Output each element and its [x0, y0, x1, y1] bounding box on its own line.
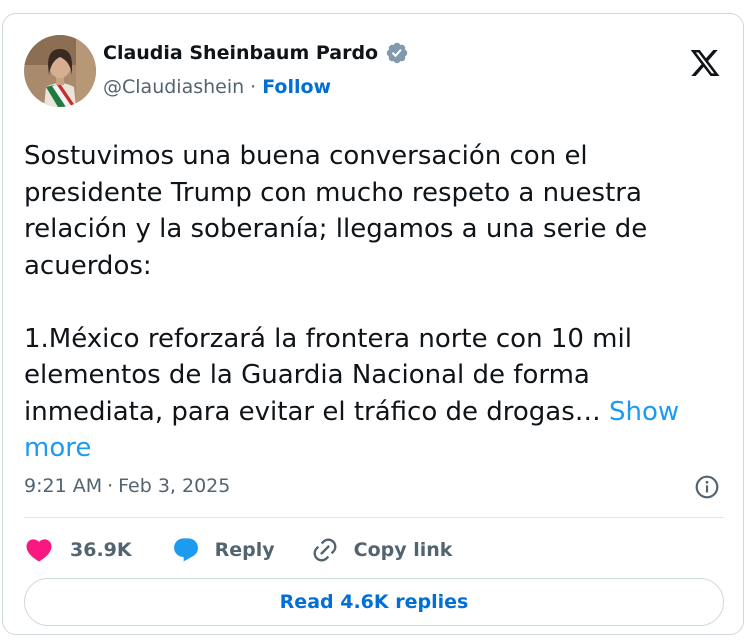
time-separator: · [107, 475, 114, 497]
tweet-time: 9:21 AM [24, 475, 103, 497]
link-icon [313, 538, 337, 562]
divider [24, 517, 724, 518]
copy-link-button[interactable]: Copy link [311, 536, 453, 564]
follow-button[interactable]: Follow [262, 76, 331, 98]
author-handle[interactable]: @Claudiashein [103, 76, 244, 98]
separator-dot: · [250, 76, 257, 98]
action-bar: 36.9K Reply Copy link [24, 532, 452, 568]
like-count: 36.9K [70, 539, 132, 561]
reply-label: Reply [214, 539, 275, 561]
reply-button[interactable]: Reply [172, 536, 275, 564]
verified-badge-icon [386, 42, 408, 64]
info-icon[interactable] [694, 474, 720, 500]
copy-link-label: Copy link [353, 539, 453, 561]
handle-row: @Claudiashein · Follow [103, 76, 331, 98]
tweet-text: Sostuvimos una buena conversación con el… [24, 138, 724, 467]
avatar-portrait-image [24, 35, 96, 107]
avatar[interactable] [24, 35, 96, 107]
read-replies-label: Read 4.6K replies [279, 591, 469, 613]
tweet-embed-card: Claudia Sheinbaum Pardo @Claudiashein · … [2, 13, 744, 635]
timestamp[interactable]: 9:21 AM · Feb 3, 2025 [24, 475, 230, 497]
tweet-date: Feb 3, 2025 [118, 475, 231, 497]
author-name-row: Claudia Sheinbaum Pardo [103, 41, 409, 65]
read-replies-button[interactable]: Read 4.6K replies [24, 578, 724, 626]
heart-icon [26, 539, 52, 562]
speech-bubble-icon [173, 538, 198, 562]
x-logo-icon[interactable] [688, 47, 722, 79]
like-button[interactable]: 36.9K [24, 535, 132, 565]
author-name[interactable]: Claudia Sheinbaum Pardo [103, 42, 378, 64]
tweet-body: Sostuvimos una buena conversación con el… [24, 141, 648, 427]
